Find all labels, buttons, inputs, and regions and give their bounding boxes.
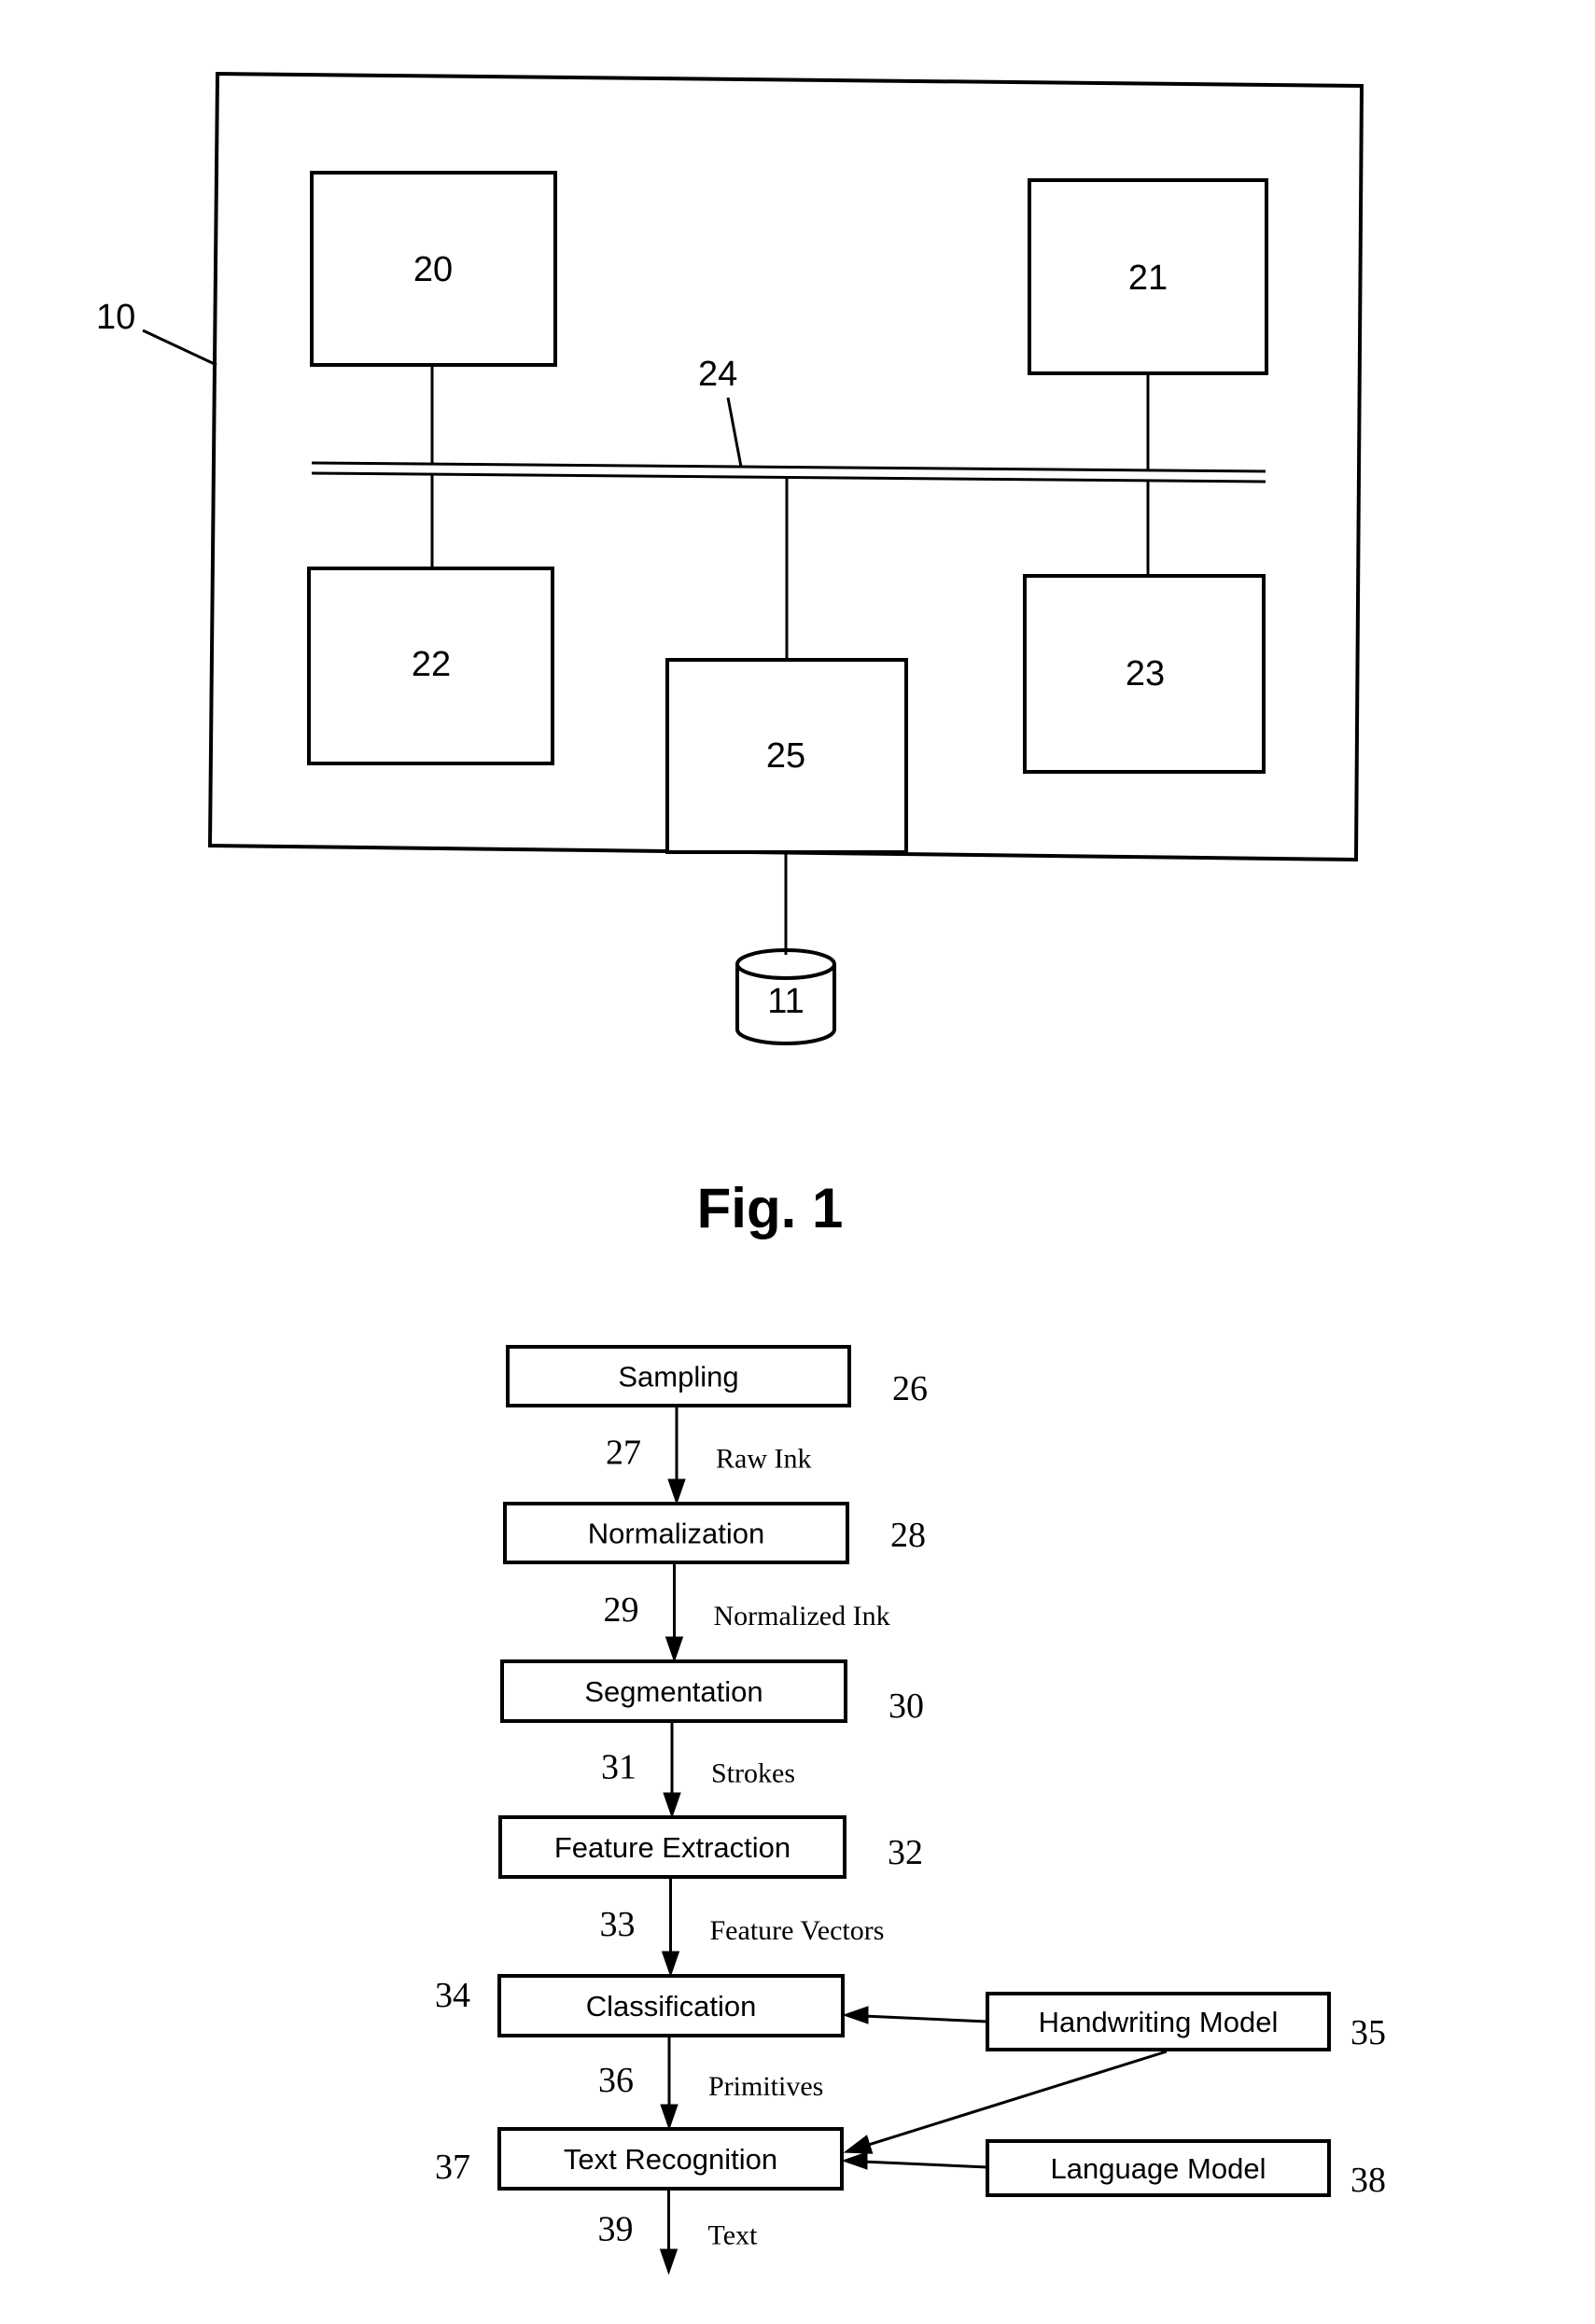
figure-1: 10 24 20 21 22 23 25 11 Fig. 1: [96, 71, 1364, 1239]
step-label-classification: Classification: [586, 1990, 757, 2023]
arrowhead-language-to-recognition-icon: [841, 2151, 868, 2170]
flow-ref-strokes: 31: [601, 1748, 637, 1787]
component-label-22: 22: [412, 645, 451, 684]
component-label-21: 21: [1128, 259, 1168, 298]
flow-label-raw-ink: Raw Ink: [716, 1444, 811, 1475]
step-label-normalization: Normalization: [588, 1518, 765, 1550]
flow-ref-feature-vectors: 33: [600, 1905, 636, 1944]
step-label-text-recognition: Text Recognition: [564, 2143, 777, 2176]
step-ref-normalization: 28: [890, 1516, 926, 1555]
step-label-sampling: Sampling: [618, 1361, 738, 1393]
flow-label-strokes: Strokes: [711, 1758, 795, 1789]
flow-label-primitives: Primitives: [708, 2071, 823, 2102]
model-label-handwriting-model: Handwriting Model: [1039, 2006, 1279, 2038]
component-label-23: 23: [1126, 654, 1165, 693]
language-to-recognition-line: [861, 2160, 988, 2169]
step-label-feature-extraction: Feature Extraction: [554, 1831, 791, 1864]
arrowhead-handwriting-to-classification-icon: [842, 2006, 869, 2024]
step-ref-sampling: 26: [892, 1369, 928, 1408]
bus-line-bottom: [311, 471, 1266, 483]
arrowhead-raw-ink-icon: [667, 1478, 686, 1505]
flow-label-feature-vectors: Feature Vectors: [710, 1915, 885, 1946]
flow-label-text: Text: [708, 2220, 759, 2251]
system-leader-line: [142, 329, 217, 367]
step-ref-segmentation: 30: [888, 1687, 924, 1726]
figure-caption: Fig. 1: [697, 1177, 844, 1239]
arrowhead-strokes-icon: [663, 1792, 681, 1819]
flow-ref-text: 39: [598, 2210, 634, 2249]
bus-leader-line: [726, 397, 743, 468]
component-label-25: 25: [766, 736, 805, 776]
flow-ref-primitives: 36: [598, 2061, 634, 2100]
handwriting-to-classification-line: [862, 2014, 988, 2023]
flow-label-normalized-ink: Normalized Ink: [714, 1601, 890, 1631]
system-label: 10: [96, 298, 135, 337]
step-ref-classification: 34: [435, 1976, 470, 2015]
handwriting-to-recognition-line: [865, 2050, 1168, 2148]
arrowhead-primitives-icon: [660, 2104, 679, 2131]
step-ref-text-recognition: 37: [435, 2148, 470, 2187]
model-ref-language-model: 38: [1350, 2161, 1386, 2200]
component-label-20: 20: [413, 250, 453, 289]
bus-line-top: [311, 461, 1266, 473]
step-label-segmentation: Segmentation: [584, 1675, 763, 1708]
bus-label: 24: [698, 355, 737, 394]
arrowhead-handwriting-to-recognition-icon: [843, 2135, 874, 2154]
flow-ref-normalized-ink: 29: [604, 1590, 639, 1630]
step-ref-feature-extraction: 32: [888, 1833, 923, 1872]
arrowhead-text-icon: [659, 2248, 679, 2275]
patent-drawing-sheet: 10 24 20 21 22 23 25 11 Fig. 1 Sampling …: [96, 71, 1386, 2275]
arrowhead-feature-vectors-icon: [661, 1951, 680, 1978]
model-ref-handwriting-model: 35: [1350, 2013, 1386, 2052]
figure-2-flowchart: Sampling 26 Normalization 28 Segmentation 30 F…: [435, 1345, 1386, 2275]
storage-label: 11: [767, 982, 804, 1021]
flow-ref-raw-ink: 27: [606, 1434, 641, 1473]
arrowhead-normalized-ink-icon: [665, 1636, 684, 1663]
model-label-language-model: Language Model: [1051, 2152, 1266, 2185]
